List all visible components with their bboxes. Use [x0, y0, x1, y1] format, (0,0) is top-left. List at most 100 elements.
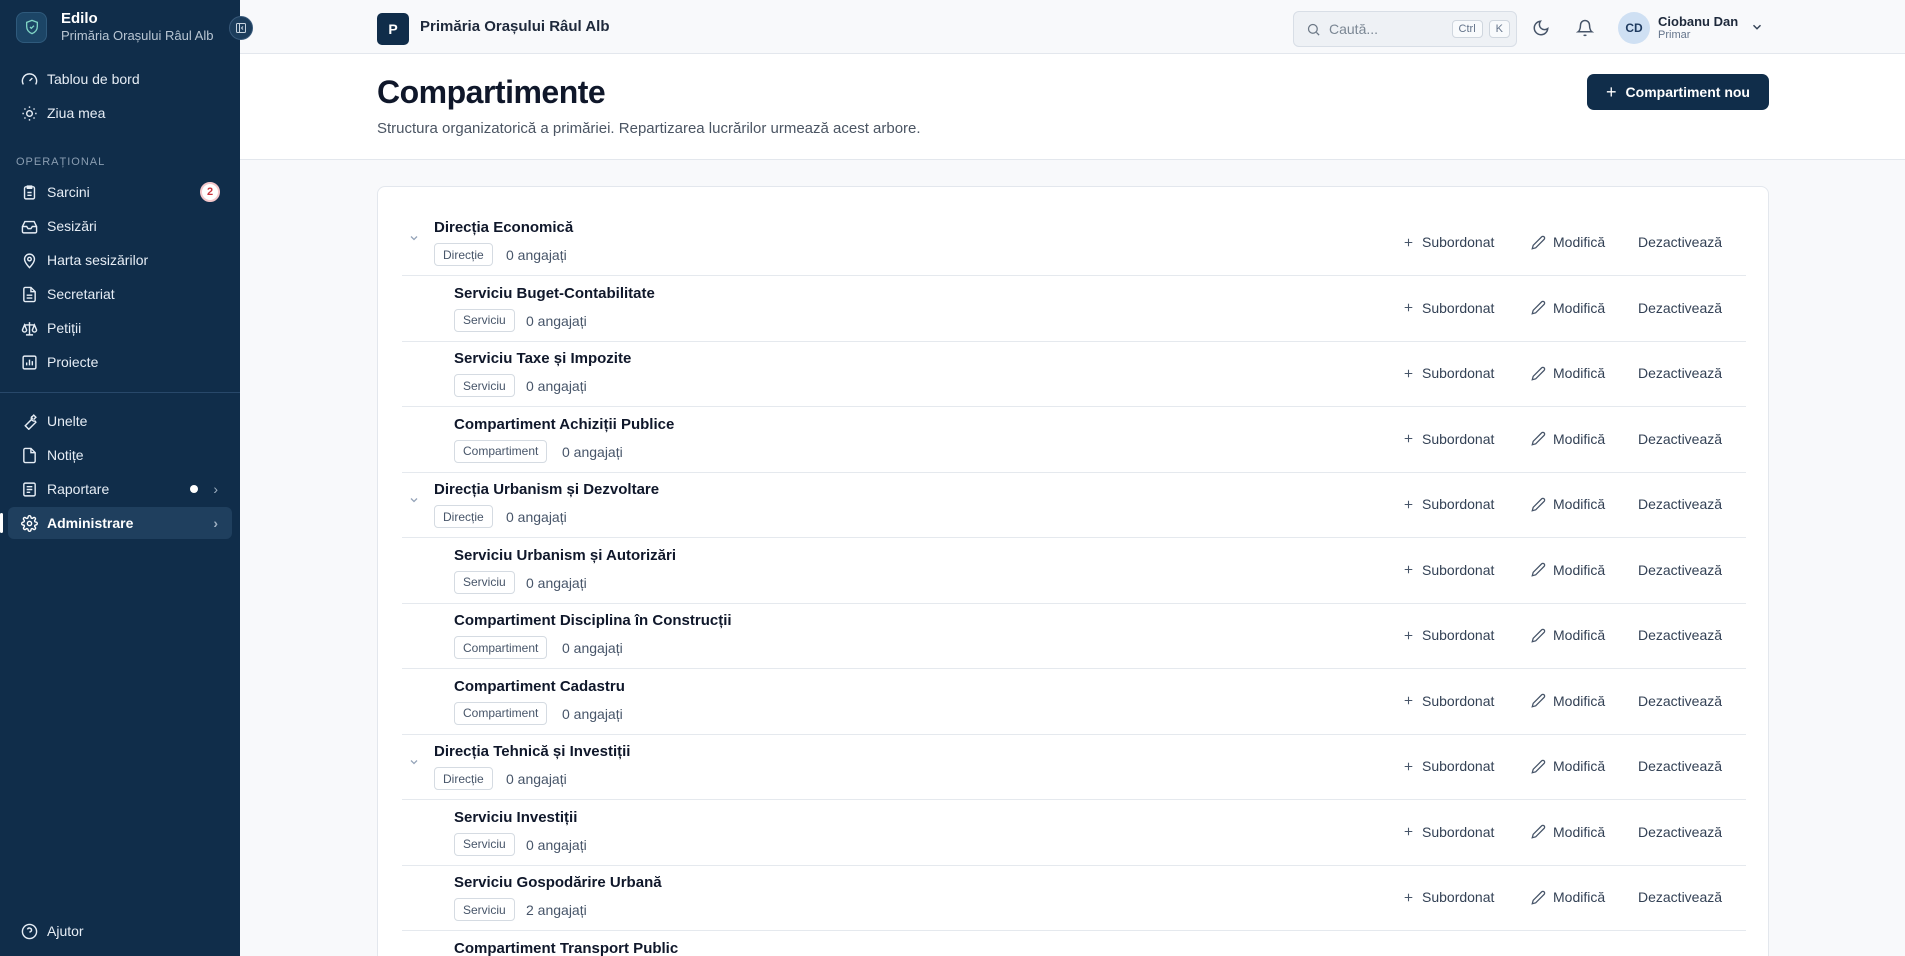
compartment-name: Compartiment Cadastru: [454, 677, 625, 695]
add-subordinate-button[interactable]: Subordonat: [1402, 300, 1494, 316]
notifications-button[interactable]: [1574, 17, 1596, 39]
deactivate-button[interactable]: Dezactivează: [1638, 627, 1722, 643]
sidebar-item-unelte[interactable]: Unelte: [8, 405, 232, 437]
add-subordinate-button[interactable]: Subordonat: [1402, 758, 1494, 774]
inbox-icon: [20, 217, 38, 235]
add-subordinate-button[interactable]: Subordonat: [1402, 824, 1494, 840]
sidebar-item-secretariat[interactable]: Secretariat: [8, 278, 232, 310]
sidebar-item-administrare[interactable]: Administrare ›: [0, 507, 232, 539]
sidebar-item-notite[interactable]: Notițe: [8, 439, 232, 471]
deactivate-button[interactable]: Dezactivează: [1638, 431, 1722, 447]
deactivate-button[interactable]: Dezactivează: [1638, 562, 1722, 578]
add-subordinate-button[interactable]: Subordonat: [1402, 693, 1494, 709]
sidebar-item-label: Tablou de bord: [47, 71, 140, 87]
edit-label: Modifică: [1553, 234, 1606, 250]
brand-name: Edilo: [61, 10, 98, 27]
compartment-name: Serviciu Urbanism și Autorizări: [454, 546, 677, 564]
edit-button[interactable]: Modifică: [1531, 365, 1605, 381]
deactivate-button[interactable]: Dezactivează: [1638, 693, 1722, 709]
sidebar-item-dashboard[interactable]: Tablou de bord: [8, 63, 232, 95]
add-subordinate-label: Subordonat: [1422, 496, 1495, 512]
notification-dot: [190, 485, 198, 493]
deactivate-button[interactable]: Dezactivează: [1638, 889, 1722, 905]
edit-label: Modifică: [1553, 561, 1606, 578]
map-pin-icon: [20, 251, 38, 269]
chevron-down-icon[interactable]: [408, 493, 420, 511]
tree-row: Serviciu Taxe și Impozite Serviciu 0 angaj…: [402, 342, 1746, 407]
section-label-operational: Operațional: [16, 156, 106, 168]
deactivate-label: Dezactivează: [1638, 627, 1723, 643]
collapse-sidebar-button[interactable]: [229, 16, 253, 40]
avatar[interactable]: CD: [1618, 12, 1650, 44]
add-subordinate-button[interactable]: Subordonat: [1402, 889, 1494, 905]
sidebar-item-label: Secretariat: [47, 286, 115, 302]
edit-button[interactable]: Modifică: [1531, 693, 1605, 709]
edit-button[interactable]: Modifică: [1531, 300, 1605, 316]
add-subordinate-button[interactable]: Subordonat: [1402, 627, 1494, 643]
sidebar-item-raportare[interactable]: Raportare ›: [8, 473, 232, 505]
add-subordinate-button[interactable]: Subordonat: [1402, 431, 1494, 447]
edit-button[interactable]: Modifică: [1531, 824, 1605, 840]
deactivate-button[interactable]: Dezactivează: [1638, 758, 1722, 774]
add-subordinate-label: Subordonat: [1422, 758, 1495, 774]
pencil-icon: [1531, 497, 1546, 512]
chevron-down-icon[interactable]: [1750, 20, 1764, 39]
search-input[interactable]: Caută... Ctrl K: [1293, 11, 1517, 47]
brand[interactable]: Edilo Primăria Orașului Râul Alb: [16, 10, 213, 44]
deactivate-button[interactable]: Dezactivează: [1638, 234, 1722, 250]
sidebar-item-label: Notițe: [47, 447, 84, 463]
sidebar-item-label: Harta sesizărilor: [47, 252, 149, 268]
deactivate-label: Dezactivează: [1638, 692, 1723, 709]
sidebar-item-label: Proiecte: [47, 354, 99, 370]
topbar: P Primăria Orașului Râul Alb Caută... Ct…: [240, 0, 1905, 54]
sidebar-item-sesizari[interactable]: Sesizări: [8, 210, 232, 242]
sidebar-item-proiecte[interactable]: Proiecte: [8, 346, 232, 378]
tree-row: Direcția Tehnică și Investiții Direcție 0 …: [402, 735, 1746, 800]
compartment-name: Direcția Urbanism și Dezvoltare: [434, 481, 660, 498]
sidebar-item-ajutor[interactable]: Ajutor: [8, 915, 232, 947]
sidebar-item-ziua-mea[interactable]: Ziua mea: [8, 97, 232, 129]
compartment-name: Serviciu Gospodărire Urbană: [454, 874, 662, 891]
add-subordinate-button[interactable]: Subordonat: [1402, 365, 1494, 381]
edit-button[interactable]: Modifică: [1531, 496, 1605, 512]
search-icon: [1307, 23, 1320, 36]
sidebar-toggle-icon: [236, 23, 246, 33]
deactivate-label: Dezactivează: [1638, 234, 1723, 250]
user-name[interactable]: Ciobanu Dan: [1658, 14, 1738, 29]
sidebar-item-harta[interactable]: Harta sesizărilor: [8, 244, 232, 276]
deactivate-button[interactable]: Dezactivează: [1638, 496, 1722, 512]
edit-button[interactable]: Modifică: [1531, 758, 1605, 774]
add-subordinate-label: Subordonat: [1422, 889, 1495, 905]
add-subordinate-button[interactable]: Subordonat: [1402, 234, 1494, 250]
add-subordinate-button[interactable]: Subordonat: [1402, 496, 1494, 512]
pencil-icon: [1531, 562, 1546, 577]
plus-icon: [1404, 893, 1413, 901]
edit-button[interactable]: Modifică: [1531, 889, 1605, 905]
edit-button[interactable]: Modifică: [1531, 562, 1605, 578]
tree-row: Direcția Urbanism și Dezvoltare Direcție 0…: [402, 473, 1746, 538]
new-compartment-button[interactable]: + Compartiment nou: [1587, 74, 1769, 110]
deactivate-button[interactable]: Dezactivează: [1638, 824, 1722, 840]
pencil-icon: [1531, 693, 1546, 708]
chevron-down-icon[interactable]: [408, 755, 420, 773]
employee-count: 0 angajați: [562, 640, 623, 656]
plus-icon: [1404, 500, 1413, 508]
theme-toggle-button[interactable]: [1530, 17, 1552, 39]
deactivate-button[interactable]: Dezactivează: [1638, 300, 1722, 316]
edit-button[interactable]: Modifică: [1531, 431, 1605, 447]
sidebar-item-label: Administrare: [47, 515, 134, 531]
compartment-type-tag: Direcție: [434, 505, 493, 528]
wrench-icon: [20, 412, 38, 430]
sidebar-item-petitii[interactable]: Petiții: [8, 312, 232, 344]
chevron-down-icon[interactable]: [408, 231, 420, 249]
add-subordinate-label: Subordonat: [1422, 561, 1495, 578]
chevron-right-icon: ›: [213, 481, 218, 497]
add-subordinate-button[interactable]: Subordonat: [1402, 562, 1494, 578]
edit-button[interactable]: Modifică: [1531, 234, 1605, 250]
employee-count: 0 angajați: [506, 247, 567, 263]
clipboard-icon: [20, 183, 38, 201]
deactivate-button[interactable]: Dezactivează: [1638, 365, 1722, 381]
sidebar-item-sarcini[interactable]: Sarcini 2: [8, 176, 232, 208]
tree-row: Serviciu Buget-Contabilitate Serviciu 0 an…: [402, 277, 1746, 342]
edit-button[interactable]: Modifică: [1531, 627, 1605, 643]
